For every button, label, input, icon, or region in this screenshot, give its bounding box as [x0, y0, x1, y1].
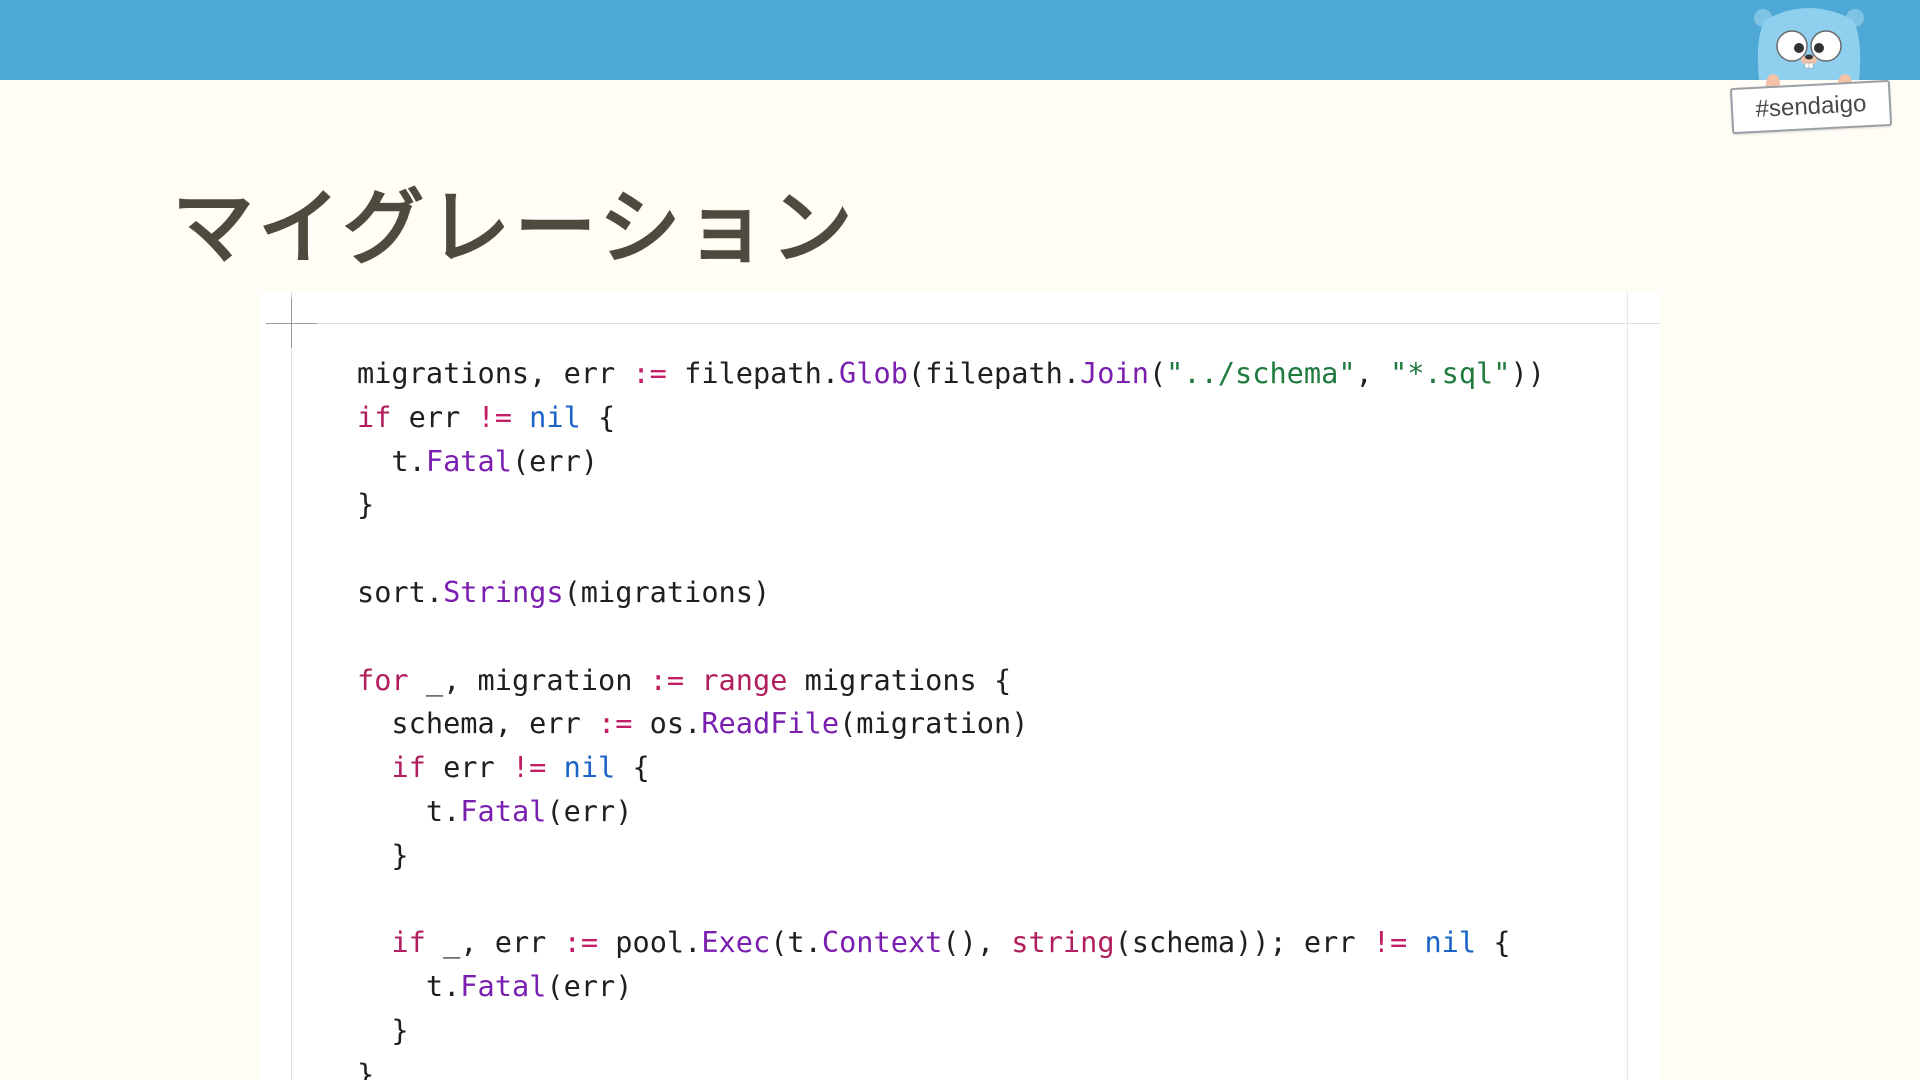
- code-line: t.Fatal(err): [357, 965, 1545, 1009]
- code-line: if err != nil {: [357, 746, 1545, 790]
- code-token: (err): [546, 969, 633, 1004]
- guide-line-vertical: [291, 292, 292, 1080]
- code-token: err: [425, 750, 512, 785]
- code-token: migrations {: [787, 662, 1012, 697]
- code-line: }: [357, 1009, 1545, 1053]
- code-token: :=: [632, 356, 667, 390]
- code-line: t.Fatal(err): [357, 440, 1545, 484]
- code-token: (migrations): [563, 574, 771, 609]
- code-token: :=: [649, 662, 685, 697]
- code-token: }: [357, 1012, 409, 1047]
- code-token: range: [701, 662, 788, 697]
- code-token: _, err: [425, 925, 564, 960]
- code-token: (t.: [770, 925, 822, 960]
- code-token: (schema)); err: [1114, 925, 1373, 960]
- code-token: }: [357, 487, 375, 522]
- code-token: migrations, err: [357, 356, 633, 390]
- code-token: (filepath.: [907, 356, 1081, 390]
- code-token: (: [1148, 356, 1167, 390]
- code-line: }: [357, 834, 1545, 878]
- guide-line-horizontal: [266, 323, 1660, 324]
- code-token: "../schema": [1166, 356, 1356, 390]
- code-token: }: [357, 837, 409, 872]
- code-line: sort.Strings(migrations): [357, 571, 1545, 615]
- code-token: os.: [632, 706, 702, 741]
- code-token: (err): [511, 443, 599, 478]
- code-line: if _, err := pool.Exec(t.Context(), stri…: [357, 921, 1545, 965]
- code-token: !=: [477, 399, 512, 434]
- code-line: }: [357, 1053, 1545, 1080]
- slide: #sendaigo マイグレーション migrations, err := fi…: [0, 0, 1920, 1080]
- code-token: for: [357, 662, 409, 697]
- code-token: t.: [357, 793, 461, 828]
- code-token: Fatal: [460, 793, 547, 828]
- code-token: pool.: [598, 925, 702, 960]
- code-token: nil: [563, 750, 616, 785]
- code-token: :=: [598, 706, 633, 741]
- code-token: !=: [1372, 925, 1408, 960]
- code-token: {: [615, 750, 650, 785]
- code-token: Exec: [701, 925, 771, 960]
- crosshair-mark-vertical: [291, 298, 292, 348]
- header-bar: [0, 0, 1920, 80]
- code-token: schema, err: [357, 706, 599, 741]
- code-token: Fatal: [460, 969, 547, 1004]
- code-token: Strings: [443, 574, 564, 609]
- code-token: string: [1011, 925, 1115, 960]
- code-token: if: [391, 750, 426, 785]
- code-token: "*.sql": [1389, 356, 1511, 390]
- code-token: if: [357, 399, 392, 434]
- code-token: err: [391, 399, 478, 434]
- page-title: マイグレーション: [172, 181, 857, 276]
- code-token: nil: [1424, 925, 1477, 960]
- code-line: t.Fatal(err): [357, 790, 1545, 834]
- code-token: {: [580, 399, 616, 434]
- code-token: if: [391, 925, 426, 960]
- code-token: (),: [942, 925, 1012, 960]
- code-token: _, migration: [408, 662, 650, 697]
- code-token: filepath.: [666, 356, 840, 390]
- code-token: Join: [1080, 356, 1149, 390]
- code-line: for _, migration := range migrations {: [357, 659, 1545, 703]
- code-token: (migration): [839, 706, 1029, 741]
- code-token: sort.: [357, 574, 444, 609]
- code-line: migrations, err := filepath.Glob(filepat…: [357, 352, 1545, 396]
- code-token: Fatal: [425, 443, 512, 478]
- code-token: )): [1510, 356, 1545, 390]
- code-token: (err): [546, 793, 633, 828]
- code-token: !=: [511, 750, 547, 785]
- code-token: ReadFile: [701, 706, 840, 741]
- code-line: }: [357, 483, 1545, 527]
- code-token: Context: [821, 925, 943, 960]
- code-line: schema, err := os.ReadFile(migration): [357, 702, 1545, 746]
- code-token: t.: [357, 969, 461, 1004]
- code-token: nil: [529, 399, 581, 434]
- guide-line-vertical-right: [1627, 292, 1628, 1080]
- code-token: t.: [357, 443, 426, 478]
- code-line: if err != nil {: [357, 396, 1545, 440]
- hashtag-sign: #sendaigo: [1729, 79, 1893, 135]
- code-token: ,: [1355, 356, 1390, 390]
- code-token: Glob: [839, 356, 908, 390]
- code-token: :=: [563, 925, 599, 960]
- code-text: migrations, err := filepath.Glob(filepat…: [357, 352, 1545, 1080]
- code-token: {: [1476, 925, 1511, 960]
- code-token: }: [357, 1056, 375, 1080]
